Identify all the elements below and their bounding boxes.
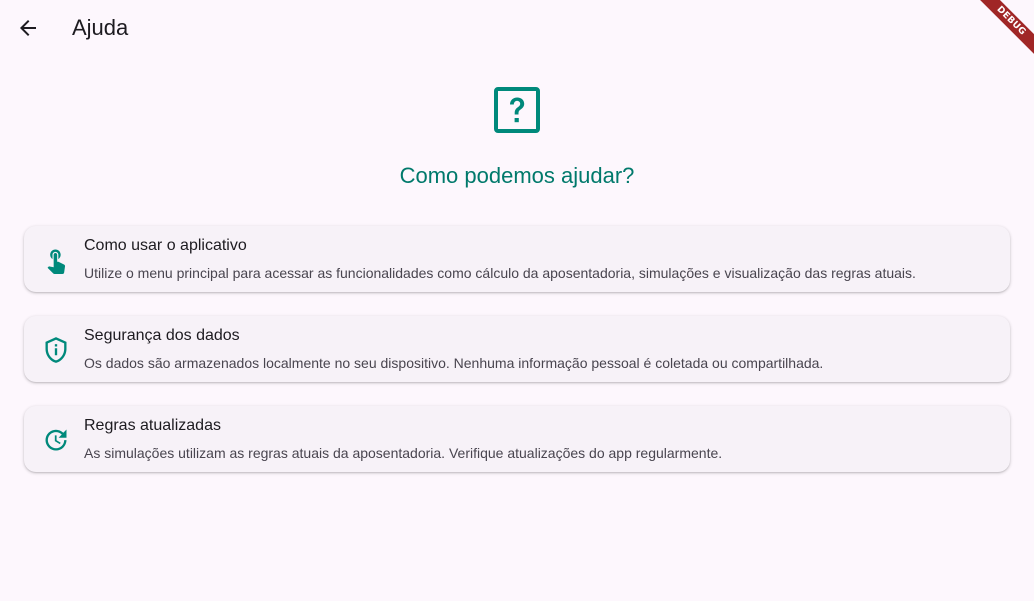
touch-app-icon	[47, 249, 66, 274]
card-title: Como usar o aplicativo	[84, 237, 247, 254]
help-card-data-security[interactable]: Segurança dos dados Os dados são armazen…	[24, 316, 1010, 382]
card-title: Segurança dos dados	[84, 327, 240, 344]
shield-info-icon	[45, 337, 67, 363]
page-title: Ajuda	[72, 15, 129, 40]
card-description: Os dados são armazenados localmente no s…	[84, 355, 824, 371]
help-square-icon	[494, 87, 540, 133]
update-icon	[45, 429, 67, 451]
app-bar: Ajuda	[0, 0, 1034, 56]
debug-banner-label: DEBUG	[974, 0, 1034, 58]
card-title: Regras atualizadas	[84, 417, 221, 434]
debug-banner: DEBUG	[974, 0, 1034, 60]
arrow-back-icon	[20, 20, 36, 36]
card-description: Utilize o menu principal para acessar as…	[84, 265, 916, 281]
back-button[interactable]	[8, 8, 48, 48]
help-heading: Como podemos ajudar?	[399, 163, 635, 188]
card-description: As simulações utilizam as regras atuais …	[84, 445, 723, 461]
help-card-updated-rules[interactable]: Regras atualizadas As simulações utiliza…	[24, 406, 1010, 472]
help-card-how-to-use[interactable]: Como usar o aplicativo Utilize o menu pr…	[24, 226, 1010, 292]
